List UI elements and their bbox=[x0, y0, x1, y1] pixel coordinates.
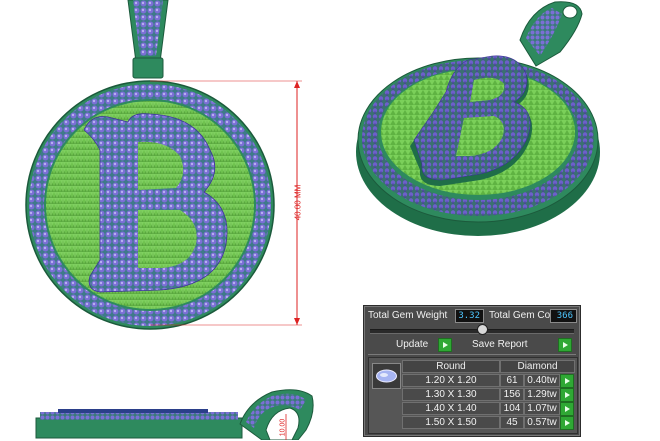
perspective-view-pendant bbox=[356, 1, 600, 236]
front-bail-hinge bbox=[132, 57, 164, 79]
round-diamond-icon[interactable] bbox=[372, 363, 401, 389]
dimension-label-small: 10.00 bbox=[279, 418, 287, 437]
gem-weight-cell: 1.07tw bbox=[524, 402, 560, 415]
save-report-control: Save Report bbox=[468, 338, 578, 352]
row-select-button[interactable] bbox=[560, 416, 574, 430]
gem-weight-cell: 0.40tw bbox=[524, 374, 560, 387]
gem-size-cell: 1.30 X 1.30 bbox=[402, 388, 500, 401]
save-report-label: Save Report bbox=[472, 339, 528, 350]
gem-table: Round Diamond 1.20 X 1.20 61 0.40tw 1.30… bbox=[368, 357, 578, 434]
gem-count-cell: 45 bbox=[500, 416, 524, 429]
front-view-pendant bbox=[25, 0, 302, 330]
total-gem-weight-value: 3.32 bbox=[455, 309, 484, 323]
column-header-round: Round bbox=[402, 360, 500, 373]
row-select-button[interactable] bbox=[560, 402, 574, 416]
perspective-bail-hole bbox=[562, 5, 578, 19]
update-label: Update bbox=[396, 339, 429, 350]
gem-count-cell: 104 bbox=[500, 402, 524, 415]
panel-divider bbox=[368, 354, 576, 355]
side-view-pendant bbox=[35, 389, 314, 440]
gem-weight-cell: 1.29tw bbox=[524, 388, 560, 401]
total-gem-weight-label: Total Gem Weight bbox=[368, 310, 448, 321]
gem-slider-track[interactable] bbox=[370, 329, 574, 334]
gem-count-cell: 61 bbox=[500, 374, 524, 387]
totals-row: Total Gem Weight 3.32 Total Gem Count 36… bbox=[364, 309, 580, 323]
gem-report-panel: Total Gem Weight 3.32 Total Gem Count 36… bbox=[363, 305, 581, 437]
gem-slider-knob[interactable] bbox=[477, 324, 488, 335]
dimension-arrow-bottom bbox=[294, 318, 300, 325]
row-select-button[interactable] bbox=[560, 388, 574, 402]
total-gem-count-value: 366 bbox=[550, 309, 577, 323]
gem-count-cell: 156 bbox=[500, 388, 524, 401]
update-button[interactable] bbox=[438, 338, 452, 352]
side-body bbox=[35, 417, 243, 439]
gem-size-cell: 1.20 X 1.20 bbox=[402, 374, 500, 387]
dimension-label-height: 40.00 MM bbox=[293, 184, 303, 221]
update-control: Update bbox=[368, 338, 458, 352]
column-header-diamond: Diamond bbox=[500, 360, 575, 373]
gem-size-cell: 1.40 X 1.40 bbox=[402, 402, 500, 415]
gem-size-cell: 1.50 X 1.50 bbox=[402, 416, 500, 429]
dimension-arrow-top bbox=[294, 81, 300, 88]
side-bezel bbox=[58, 409, 208, 413]
gem-weight-cell: 0.57tw bbox=[524, 416, 560, 429]
side-gem-strip bbox=[40, 412, 238, 420]
save-report-button[interactable] bbox=[558, 338, 572, 352]
row-select-button[interactable] bbox=[560, 374, 574, 388]
